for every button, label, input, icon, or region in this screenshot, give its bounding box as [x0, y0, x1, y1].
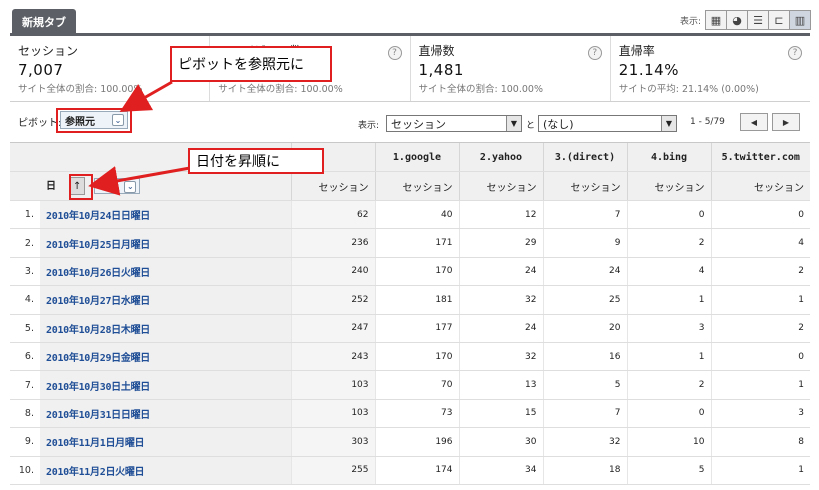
- sort-annotation: 日付を昇順に: [188, 148, 324, 174]
- pivot-annotation: ピボットを参照元に: [170, 46, 332, 82]
- sort-highlight: [69, 174, 93, 200]
- pivot-arrow: [119, 80, 173, 112]
- sort-arrow: [88, 166, 191, 196]
- annotation-arrows: [88, 80, 191, 196]
- pivot-highlight: [56, 108, 132, 133]
